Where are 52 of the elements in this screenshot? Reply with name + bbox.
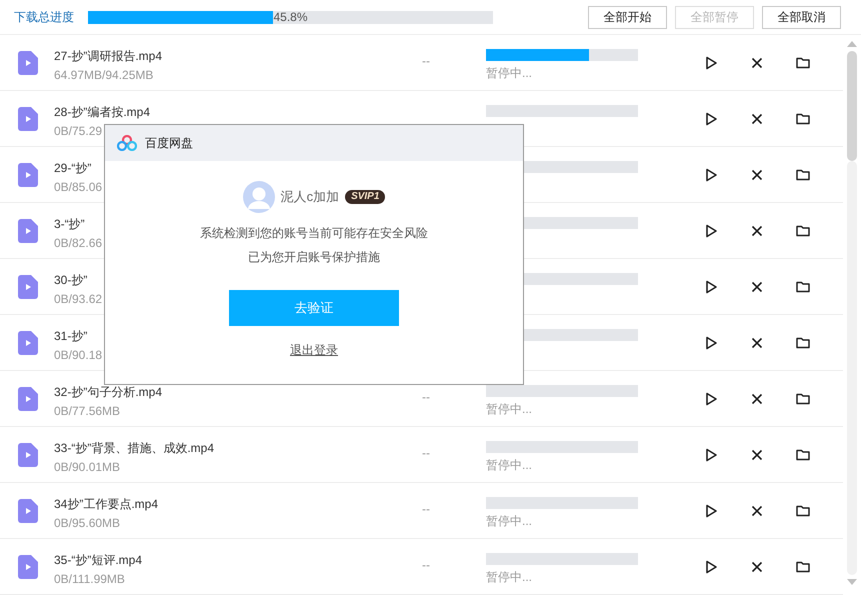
speed-text: --: [422, 390, 430, 404]
status-text: 暂停中...: [486, 458, 534, 472]
file-name: 33-“抄”背景、措施、成效.mp4: [54, 440, 214, 456]
status-text: 暂停中...: [486, 402, 534, 416]
file-name: 28-抄”编者按.mp4: [54, 104, 150, 120]
file-size: 0B/90.01MB: [54, 459, 120, 475]
video-file-icon: [18, 106, 38, 130]
status-text: 暂停中...: [486, 66, 534, 80]
speed-text: --: [422, 558, 430, 572]
warning-text: 系统检测到您的账号当前可能存在安全风险: [200, 225, 428, 241]
video-file-icon: [18, 50, 38, 74]
file-name: 29-“抄”: [54, 160, 92, 176]
video-file-icon: [18, 162, 38, 186]
progress-percent: 45.8%: [273, 8, 308, 26]
video-file-icon: [18, 330, 38, 354]
logout-link[interactable]: 退出登录: [290, 341, 338, 359]
status-text: 暂停中...: [486, 514, 534, 528]
dialog-title: 百度网盘: [145, 135, 193, 152]
file-size: 0B/95.60MB: [54, 515, 120, 531]
video-file-icon: [18, 554, 38, 578]
status-text: 暂停中...: [486, 570, 534, 584]
file-name: 30-抄”: [54, 272, 88, 288]
toolbar-button[interactable]: 全部取消: [762, 6, 841, 28]
video-file-icon: [18, 386, 38, 410]
file-name: 27-抄”调研报告.mp4: [54, 48, 162, 64]
video-file-icon: [18, 274, 38, 298]
user-name: 泥人c加加: [280, 188, 340, 206]
cloud-logo-icon: [117, 135, 137, 151]
file-name: 3-“抄”: [54, 216, 85, 232]
toolbar-button[interactable]: 全部开始: [588, 6, 667, 28]
speed-text: --: [422, 502, 430, 516]
file-size: 0B/90.18: [54, 347, 102, 363]
file-size: 0B/77.56MB: [54, 403, 120, 419]
file-name: 32-抄”句子分析.mp4: [54, 384, 162, 400]
vip-badge: SVIP1: [345, 190, 386, 204]
file-size: 64.97MB/94.25MB: [54, 67, 154, 83]
avatar-icon: [242, 181, 275, 213]
total-progress-label: 下载总进度: [14, 9, 75, 26]
file-size: 0B/111.99MB: [54, 571, 125, 587]
speed-text: --: [422, 54, 430, 68]
file-size: 0B/93.62: [54, 291, 102, 307]
file-name: 34抄”工作要点.mp4: [54, 496, 158, 512]
file-name: 31-抄”: [54, 328, 88, 344]
file-size: 0B/82.66: [54, 235, 102, 251]
video-file-icon: [18, 218, 38, 242]
warning-text: 已为您开启账号保护措施: [248, 249, 380, 265]
video-file-icon: [18, 498, 38, 522]
video-file-icon: [18, 442, 38, 466]
file-size: 0B/85.06: [54, 179, 102, 195]
speed-text: --: [422, 446, 430, 460]
file-size: 0B/75.29: [54, 123, 102, 139]
file-name: 35-“抄”短评.mp4: [54, 552, 142, 568]
